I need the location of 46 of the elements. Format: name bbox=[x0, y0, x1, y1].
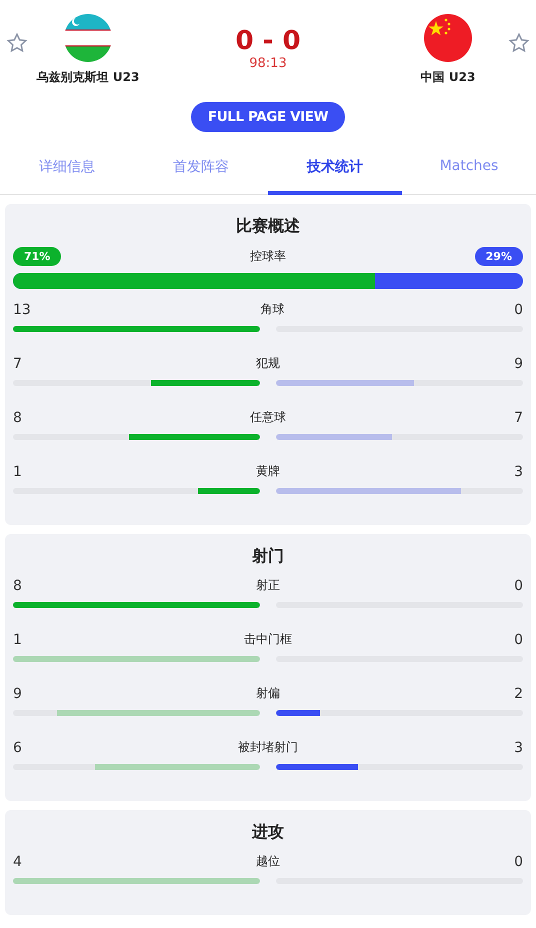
tab[interactable]: 技术统计 bbox=[268, 142, 402, 195]
section-title: 比赛概述 bbox=[236, 216, 300, 237]
stat-label: 射正 bbox=[256, 577, 280, 594]
stat-value: 7 bbox=[13, 356, 22, 372]
percentage-badge: 71% bbox=[13, 247, 62, 266]
stat-value: 13 bbox=[13, 302, 31, 318]
stat-label: 任意球 bbox=[250, 409, 286, 426]
match-clock: 98:13 bbox=[249, 56, 287, 71]
stat-label: 控球率 bbox=[250, 248, 286, 265]
stat-value: 7 bbox=[514, 410, 523, 426]
section-title: 进攻 bbox=[252, 822, 284, 843]
stat-value: 6 bbox=[13, 740, 22, 756]
stat-label: 被封堵射门 bbox=[238, 739, 298, 756]
full-page-view-button[interactable]: FULL PAGE VIEW bbox=[190, 102, 346, 132]
stat-value: 2 bbox=[514, 686, 523, 702]
stat-value: 4 bbox=[13, 854, 22, 870]
score: 0 - 0 bbox=[235, 28, 301, 54]
team-name: 乌兹别克斯坦 U23 bbox=[36, 69, 140, 86]
team-name: 中国 U23 bbox=[420, 69, 476, 86]
stat-value: 0 bbox=[514, 632, 523, 648]
star-icon[interactable] bbox=[6, 32, 28, 54]
percentage-badge: 29% bbox=[474, 247, 523, 266]
stat-value: 8 bbox=[13, 578, 22, 594]
stat-label: 角球 bbox=[260, 301, 284, 318]
star-icon[interactable] bbox=[508, 32, 530, 54]
stat-value: 8 bbox=[13, 410, 22, 426]
stat-value: 1 bbox=[13, 632, 22, 648]
tab[interactable]: 首发阵容 bbox=[134, 142, 268, 195]
section-title: 射门 bbox=[252, 546, 284, 567]
stat-value: 0 bbox=[514, 578, 523, 594]
stat-value: 0 bbox=[514, 854, 523, 870]
tab[interactable]: Matches bbox=[402, 142, 536, 195]
stat-label: 越位 bbox=[256, 853, 280, 870]
stat-label: 黄牌 bbox=[256, 463, 280, 480]
flag-icon bbox=[64, 14, 112, 62]
flag-icon bbox=[424, 14, 472, 62]
stat-value: 1 bbox=[13, 464, 22, 480]
stat-label: 射偏 bbox=[256, 685, 280, 702]
stat-value: 3 bbox=[514, 464, 523, 480]
stat-value: 9 bbox=[13, 686, 22, 702]
stat-value: 3 bbox=[514, 740, 523, 756]
stat-label: 犯规 bbox=[256, 355, 280, 372]
stat-label: 击中门框 bbox=[244, 631, 292, 648]
tab[interactable]: 详细信息 bbox=[0, 142, 134, 195]
stat-value: 9 bbox=[514, 356, 523, 372]
stat-value: 0 bbox=[514, 302, 523, 318]
